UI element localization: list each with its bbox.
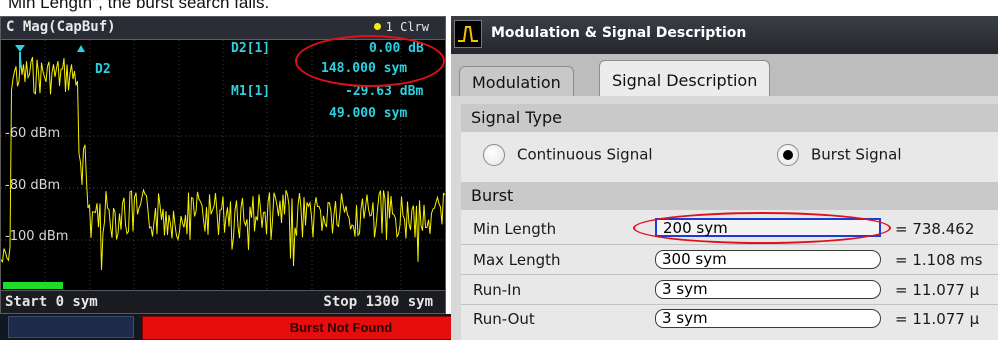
- run-out-label: Run-Out: [473, 310, 535, 328]
- run-out-converted: = 11.077 µ: [895, 310, 980, 328]
- burst-heading: Burst: [461, 182, 998, 210]
- level-label-80: -80 dBm: [5, 178, 61, 193]
- marker-d2-triangle: [77, 45, 85, 52]
- highlight-ellipse-d2: [295, 35, 445, 87]
- run-in-label: Run-In: [473, 281, 522, 299]
- x-axis-start: Start 0 sym: [5, 294, 98, 310]
- signal-type-heading: Signal Type: [461, 104, 998, 132]
- x-axis-stop: Stop 1300 sym: [323, 294, 433, 310]
- radio-continuous-circle[interactable]: [483, 144, 505, 166]
- caption-label: Min Length", the burst search fails.: [8, 0, 270, 12]
- min-length-converted: = 738.462: [895, 220, 975, 238]
- status-left-segment: [8, 316, 134, 338]
- radio-burst-circle[interactable]: [777, 144, 799, 166]
- run-out-input[interactable]: 3 sym: [655, 309, 881, 328]
- marker-d2-tag: D2: [95, 62, 111, 77]
- run-in-input[interactable]: 3 sym: [655, 280, 881, 299]
- tab-modulation[interactable]: Modulation: [459, 66, 574, 96]
- level-label-60: -60 dBm: [5, 126, 61, 141]
- trace-mode-label: 1 Clrw: [385, 20, 429, 34]
- radio-burst-label: Burst Signal: [811, 145, 902, 164]
- radio-continuous-signal[interactable]: Continuous Signal: [483, 144, 653, 166]
- marker-m1-position: 49.000 sym: [329, 106, 408, 121]
- highlight-ellipse-min-length: [633, 212, 891, 244]
- max-length-converted: = 1.108 ms: [895, 251, 983, 269]
- level-label-100: -100 dBm: [5, 229, 69, 244]
- radio-burst-signal[interactable]: Burst Signal: [777, 144, 902, 166]
- trace-mode-badge: 1 Clrw: [373, 20, 429, 34]
- status-message: Burst Not Found: [289, 320, 393, 335]
- radio-continuous-label: Continuous Signal: [517, 145, 653, 164]
- tab-signal-description[interactable]: Signal Description: [599, 60, 771, 96]
- min-length-label: Min Length: [473, 220, 557, 238]
- marker-m1-triangle: [15, 45, 25, 52]
- max-length-label: Max Length: [473, 251, 561, 269]
- capture-range-indicator: [3, 282, 63, 289]
- row-divider: [461, 274, 998, 275]
- signal-description-dialog: Modulation & Signal Description Modulati…: [451, 16, 998, 340]
- row-divider: [461, 244, 998, 245]
- x-axis-bar: Start 0 sym Stop 1300 sym: [1, 290, 445, 313]
- marker-m1-name: M1[1]: [231, 84, 271, 99]
- dialog-title: Modulation & Signal Description: [491, 25, 747, 41]
- pulse-icon: [454, 20, 482, 48]
- dialog-tabbar: Modulation Signal Description: [451, 54, 998, 96]
- trace-title: C Mag(CapBuf): [6, 19, 116, 35]
- row-divider: [461, 304, 998, 305]
- dialog-titlebar[interactable]: Modulation & Signal Description: [451, 16, 998, 54]
- run-in-converted: = 11.077 µ: [895, 281, 980, 299]
- trace-color-dot: [373, 23, 381, 30]
- max-length-input[interactable]: 300 sym: [655, 250, 881, 269]
- marker-d2-name: D2[1]: [231, 41, 271, 56]
